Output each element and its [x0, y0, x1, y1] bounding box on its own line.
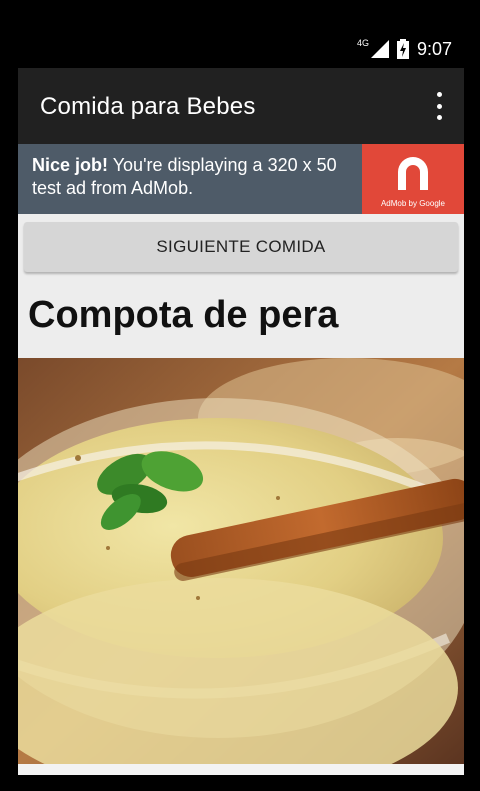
admob-logo[interactable]: AdMob by Google — [362, 144, 464, 214]
bottom-divider — [18, 764, 464, 775]
app-bar: Comida para Bebes — [18, 68, 464, 144]
ad-banner[interactable]: Nice job! You're displaying a 320 x 50 t… — [18, 144, 464, 214]
ad-text: Nice job! You're displaying a 320 x 50 t… — [32, 154, 362, 200]
status-time: 9:07 — [416, 38, 452, 59]
admob-caption: AdMob by Google — [380, 199, 446, 208]
admob-icon — [398, 157, 428, 190]
recipe-title: Compota de pera — [28, 294, 339, 336]
next-food-button[interactable]: SIGUIENTE COMIDA — [24, 222, 458, 272]
status-bar: 4G 9:07 — [18, 30, 464, 68]
status-icons: 4G 9:07 — [357, 38, 452, 60]
overflow-menu-icon[interactable] — [430, 92, 448, 120]
app-screen: 4G 9:07 Comida para Bebes Nice job! You'… — [18, 30, 464, 775]
ad-bold-text: Nice job! — [32, 155, 109, 175]
app-title: Comida para Bebes — [40, 93, 256, 120]
recipe-image — [18, 358, 464, 764]
signal-icon — [370, 40, 389, 58]
battery-icon — [396, 39, 409, 59]
pear-compote-photo — [18, 358, 464, 764]
network-type-label: 4G — [356, 38, 369, 48]
